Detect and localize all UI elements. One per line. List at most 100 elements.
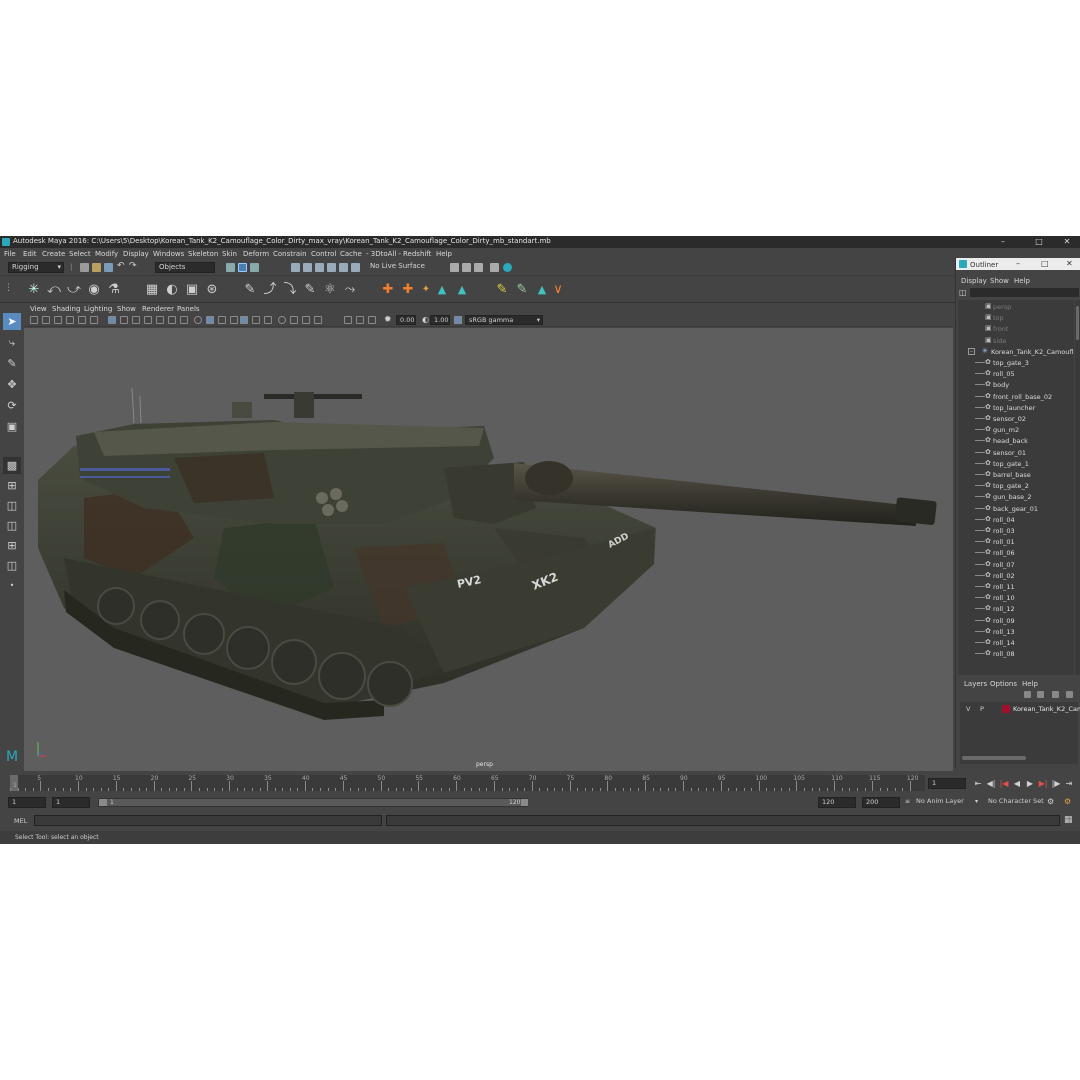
script-editor-icon[interactable]: ▦ [1064, 815, 1073, 825]
ik-handle-icon[interactable]: ⤺ [46, 282, 62, 298]
layer-row[interactable]: V P Korean_Tank_K2_Camo [960, 704, 1080, 714]
move-layer-up-icon[interactable] [1052, 691, 1059, 698]
menu-constrain[interactable]: Constrain [273, 250, 307, 258]
range-start-handle[interactable] [99, 799, 107, 806]
snap-view-icon[interactable] [327, 263, 336, 272]
menu-help[interactable]: Help [436, 250, 452, 258]
smooth-shade-icon[interactable] [120, 316, 128, 324]
isolate-icon[interactable] [194, 316, 202, 324]
open-scene-icon[interactable] [92, 263, 101, 272]
outliner-scrollbar[interactable] [1075, 300, 1080, 675]
menu-deform[interactable]: Deform [243, 250, 269, 258]
resolution-gate-icon[interactable] [314, 316, 322, 324]
maximize-icon[interactable]: □ [1041, 259, 1049, 268]
ik-spline-icon[interactable]: ⤻ [66, 282, 82, 298]
layout-more-icon[interactable]: • [3, 577, 21, 594]
outliner-mesh-row[interactable]: ✿ gun_m2 [958, 424, 1074, 435]
menu-select[interactable]: Select [69, 250, 91, 258]
range-bar[interactable]: 1 120 [98, 798, 528, 807]
dof-icon[interactable] [264, 316, 272, 324]
hair-icon[interactable]: ▲ [454, 282, 470, 298]
paint-select-icon[interactable]: ✎ [3, 355, 21, 372]
film-gate-icon[interactable] [90, 316, 98, 324]
exposure-field[interactable]: 0.00 [396, 315, 416, 325]
outliner-mesh-row[interactable]: ✿ sensor_01 [958, 447, 1074, 458]
anim-layer-dropdown[interactable]: No Anim Layer [913, 797, 983, 808]
persp-outliner-icon[interactable]: ⊞ [3, 537, 21, 554]
menu-skin[interactable]: Skin [222, 250, 237, 258]
select-hierarchy-icon[interactable] [226, 263, 235, 272]
set-driven-key-icon[interactable]: ✚ [400, 282, 416, 298]
snap-surface-icon[interactable] [339, 263, 348, 272]
xray-active-icon[interactable] [290, 316, 298, 324]
character-set-dropdown[interactable]: No Character Set [985, 797, 1045, 808]
scale-constraint-icon[interactable]: ✎ [302, 282, 318, 298]
step-back-key-icon[interactable]: ◀| [986, 779, 996, 789]
outliner-mesh-row[interactable]: ✿ barrel_base [958, 469, 1074, 480]
camera-attr-icon[interactable] [42, 316, 50, 324]
go-to-end-icon[interactable]: ⇥ [1064, 779, 1074, 789]
outliner-mesh-row[interactable]: ✿ roll_05 [958, 368, 1074, 379]
layer-menu-layers[interactable]: Layers [964, 680, 987, 688]
graph-layout-icon[interactable]: ◫ [3, 557, 21, 574]
outliner-mesh-row[interactable]: ✿ top_gate_1 [958, 458, 1074, 469]
new-layer-selected-icon[interactable] [1037, 691, 1044, 698]
menu-skeleton[interactable]: Skeleton [188, 250, 218, 258]
collapse-icon[interactable]: – [968, 347, 975, 355]
redo-icon[interactable]: ↷ [129, 261, 137, 271]
step-forward-frame-icon[interactable]: ▶| [1038, 779, 1048, 789]
outliner-menu-show[interactable]: Show [990, 277, 1009, 285]
layer-color-swatch[interactable] [1002, 705, 1010, 713]
select-component-icon[interactable] [250, 263, 259, 272]
shade-wire-icon[interactable] [132, 316, 140, 324]
wireframe-icon[interactable] [108, 316, 116, 324]
nucleus-icon[interactable]: ▲ [434, 282, 450, 298]
wire-on-shaded-icon[interactable] [144, 316, 152, 324]
safe-action-icon[interactable] [356, 316, 364, 324]
character-key-icon[interactable]: ⚙ [1047, 797, 1054, 806]
timeline-track[interactable]: 1 5 10 15 20 25 30 35 40 45 50 55 60 65 70 75 80 85 90 95 10… [10, 775, 925, 791]
playback-start-field[interactable]: 1 [52, 797, 90, 808]
preferences-icon[interactable]: ⚙ [1064, 797, 1071, 806]
vp-menu-lighting[interactable]: Lighting [84, 305, 112, 313]
snap-curve-icon[interactable] [303, 263, 312, 272]
snap-point-icon[interactable] [315, 263, 324, 272]
menu-cache[interactable]: Cache [340, 250, 362, 258]
tank-model-render[interactable]: PV2 XK2 ADD [24, 328, 953, 771]
vp-menu-shading[interactable]: Shading [52, 305, 80, 313]
outliner-mesh-row[interactable]: ✿ roll_08 [958, 648, 1074, 659]
xray-joints-icon[interactable] [278, 316, 286, 324]
outliner-layout-icon[interactable]: ◫ [3, 517, 21, 534]
shadows-icon[interactable] [218, 316, 226, 324]
bind-skin-icon[interactable]: ▦ [144, 282, 160, 298]
anim-end-field[interactable]: 200 [862, 797, 900, 808]
maya-home-icon[interactable]: M [3, 749, 21, 766]
four-view-icon[interactable]: ⊞ [3, 477, 21, 494]
playback-end-field[interactable]: 120 [818, 797, 856, 808]
command-input[interactable] [34, 815, 382, 826]
menu-control[interactable]: Control [311, 250, 336, 258]
image-plane-icon[interactable] [66, 316, 74, 324]
outliner-mesh-row[interactable]: ✿ roll_04 [958, 514, 1074, 525]
camera-select-icon[interactable] [30, 316, 38, 324]
outliner-mesh-row[interactable]: ✿ top_gate_3 [958, 357, 1074, 368]
outliner-menu-help[interactable]: Help [1014, 277, 1030, 285]
wrap-icon[interactable]: ∨ [550, 282, 566, 298]
motion-blur-icon[interactable] [240, 316, 248, 324]
menu-create[interactable]: Create [42, 250, 65, 258]
outliner-mesh-row[interactable]: ✿ front_roll_base_02 [958, 391, 1074, 402]
outliner-search-input[interactable] [970, 288, 1079, 297]
outliner-mesh-row[interactable]: ✿ roll_06 [958, 547, 1074, 558]
pole-vector-icon[interactable]: ⤳ [342, 282, 358, 298]
scale-tool-icon[interactable]: ▣ [3, 418, 21, 435]
hik-skeleton-icon[interactable]: ⚗ [106, 282, 122, 298]
anim-start-field[interactable]: 1 [8, 797, 46, 808]
outliner-mesh-row[interactable]: ✿ roll_11 [958, 581, 1074, 592]
aa-icon[interactable] [252, 316, 260, 324]
sculpt-tool-icon[interactable]: ✎ [514, 282, 530, 298]
play-forward-icon[interactable]: ▶ [1025, 779, 1035, 789]
field-chart-icon[interactable] [344, 316, 352, 324]
outliner-mesh-row[interactable]: ✿ roll_10 [958, 592, 1074, 603]
layer-visibility-toggle[interactable]: V [966, 705, 970, 713]
menuset-dropdown[interactable]: Rigging ▾ [8, 262, 64, 273]
